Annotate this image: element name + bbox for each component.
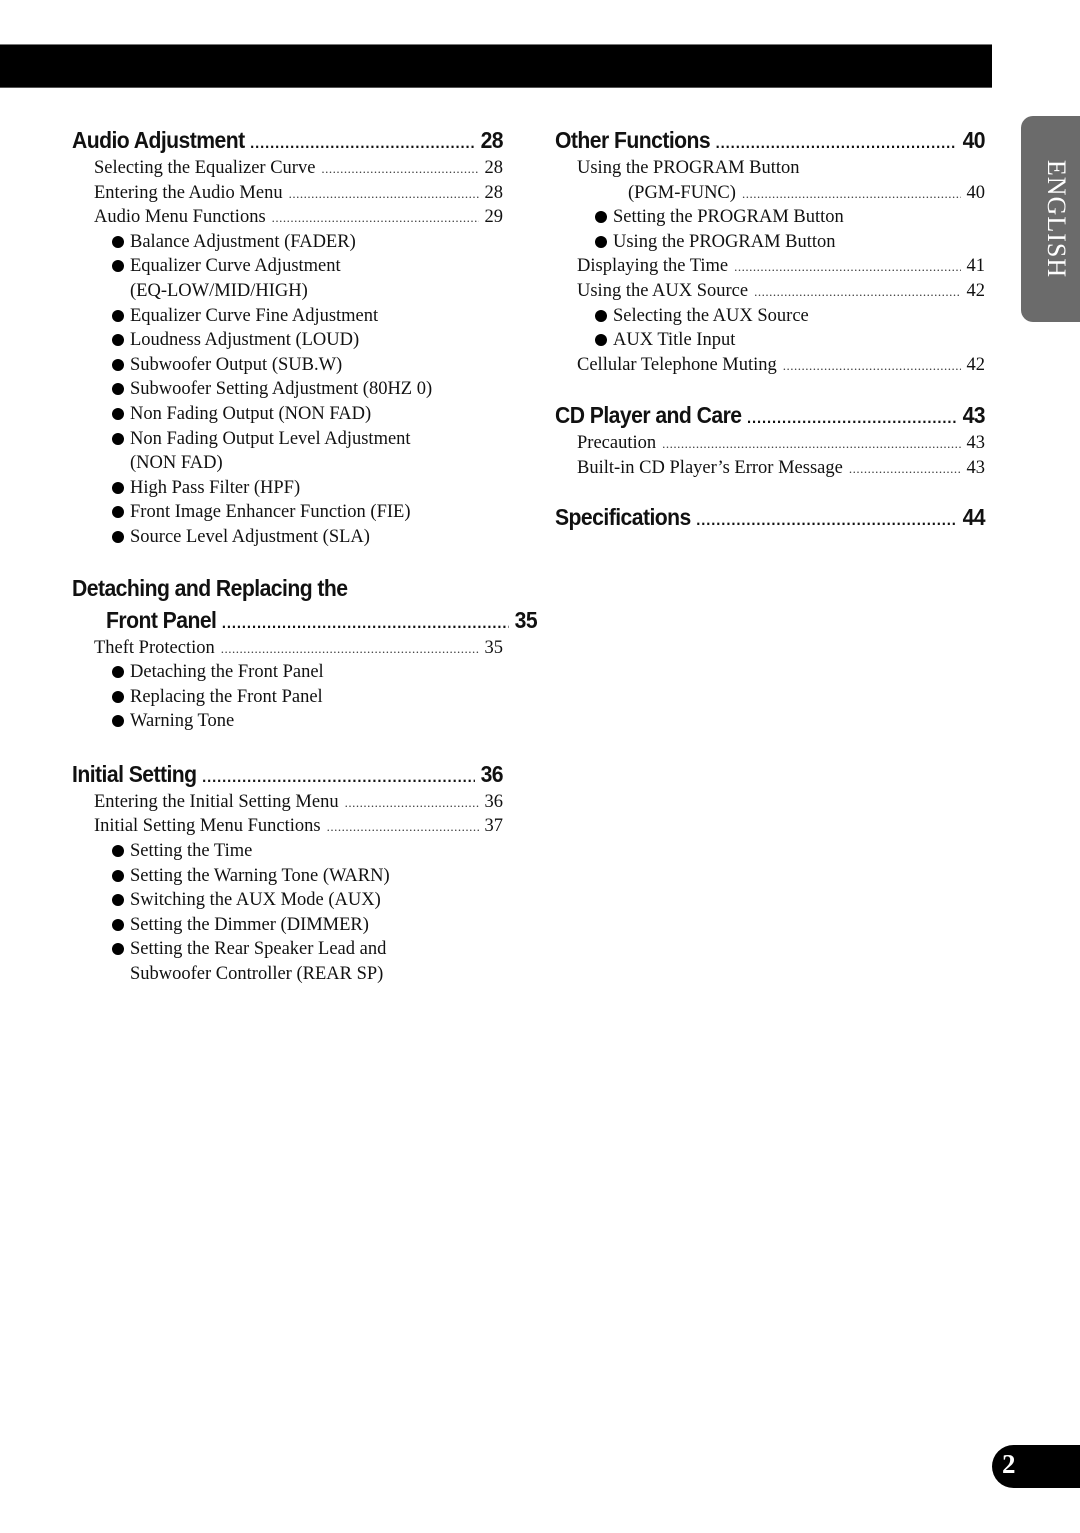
bullet-icon	[595, 211, 607, 224]
dot-leader	[222, 604, 509, 640]
section-heading[interactable]: Other Functions40	[555, 124, 986, 156]
bullet-item[interactable]: Subwoofer Setting Adjustment (80HZ 0)	[72, 377, 503, 402]
bullet-icon	[595, 235, 607, 248]
bullet-item[interactable]: High Pass Filter (HPF)	[72, 476, 503, 501]
toc-section-specifications: Specifications44	[555, 501, 986, 533]
dot-leader	[716, 124, 957, 160]
bullet-icon	[112, 432, 124, 445]
bullet-item[interactable]: Balance Adjustment (FADER)	[72, 230, 503, 255]
dot-leader	[696, 501, 957, 537]
bullet-icon	[112, 943, 124, 956]
toc-entry[interactable]: Built-in CD Player’s Error Message43	[555, 456, 985, 481]
section-heading[interactable]: Audio Adjustment28	[72, 124, 504, 156]
toc-section-other-functions: Other Functions40 Using the PROGRAM Butt…	[555, 124, 986, 378]
bullet-item[interactable]: Setting the PROGRAM Button	[555, 205, 985, 230]
bullet-item[interactable]: Warning Tone	[72, 709, 503, 734]
bullet-icon	[112, 918, 124, 931]
bullet-icon	[112, 407, 124, 420]
language-tab[interactable]: ENGLISH	[1021, 116, 1080, 322]
bullet-item[interactable]: Non Fading Output (NON FAD)	[72, 402, 503, 427]
toc-section-audio-adjustment: Audio Adjustment28 Selecting the Equaliz…	[72, 124, 504, 550]
language-tab-label: ENGLISH	[1042, 159, 1071, 279]
bullet-item[interactable]: Switching the AUX Mode (AUX)	[72, 888, 503, 913]
section-heading-line2[interactable]: Front Panel35	[72, 604, 538, 636]
bullet-icon	[112, 358, 124, 371]
bullet-item[interactable]: Selecting the AUX Source	[555, 304, 985, 329]
bullet-item-continuation[interactable]: Subwoofer Controller (REAR SP)	[72, 962, 503, 987]
dot-leader	[250, 124, 475, 160]
toc-entry[interactable]: Initial Setting Menu Functions37	[72, 814, 503, 839]
toc-right-column: Other Functions40 Using the PROGRAM Butt…	[555, 124, 986, 557]
bullet-icon	[112, 506, 124, 519]
bullet-item[interactable]: Subwoofer Output (SUB.W)	[72, 353, 503, 378]
bullet-item[interactable]: Setting the Warning Tone (WARN)	[72, 864, 503, 889]
bullet-icon	[112, 260, 124, 273]
bullet-icon	[595, 334, 607, 347]
toc-section-cd-player: CD Player and Care43 Precaution43 Built-…	[555, 399, 986, 481]
bullet-icon	[112, 481, 124, 494]
bullet-item[interactable]: Detaching the Front Panel	[72, 660, 503, 685]
toc-entry[interactable]: Audio Menu Functions29	[72, 205, 503, 230]
bullet-item[interactable]: Using the PROGRAM Button	[555, 230, 985, 255]
toc-entry-continuation[interactable]: (PGM-FUNC)40	[555, 181, 985, 206]
section-heading-line1[interactable]: Detaching and Replacing the	[72, 572, 503, 604]
toc-entry[interactable]: Entering the Audio Menu28	[72, 181, 503, 206]
bullet-item[interactable]: Setting the Dimmer (DIMMER)	[72, 913, 503, 938]
bullet-icon	[112, 845, 124, 858]
bullet-icon	[112, 309, 124, 322]
toc-section-front-panel: Detaching and Replacing the Front Panel3…	[72, 572, 538, 734]
bullet-icon	[112, 690, 124, 703]
toc-entry[interactable]: Cellular Telephone Muting42	[555, 353, 985, 378]
toc-entry[interactable]: Displaying the Time41	[555, 254, 985, 279]
bullet-icon	[112, 894, 124, 907]
bullet-item[interactable]: Replacing the Front Panel	[72, 685, 503, 710]
toc-left-column: Audio Adjustment28 Selecting the Equaliz…	[72, 124, 538, 1011]
bullet-item[interactable]: AUX Title Input	[555, 328, 985, 353]
bullet-icon	[112, 869, 124, 882]
page-ref: 36	[480, 760, 504, 787]
toc-section-initial-setting: Initial Setting36 Entering the Initial S…	[72, 758, 504, 987]
bullet-item[interactable]: Non Fading Output Level Adjustment	[72, 427, 503, 452]
bullet-item[interactable]: Equalizer Curve Adjustment	[72, 254, 503, 279]
page-number-badge: 2	[992, 1445, 1080, 1488]
bullet-item-continuation[interactable]: (EQ-LOW/MID/HIGH)	[72, 279, 503, 304]
dot-leader	[202, 758, 475, 794]
section-heading[interactable]: CD Player and Care43	[555, 399, 986, 431]
bullet-icon	[112, 715, 124, 728]
bullet-icon	[112, 530, 124, 543]
bullet-icon	[112, 235, 124, 248]
bullet-item[interactable]: Setting the Time	[72, 839, 503, 864]
header-bar	[0, 44, 992, 88]
dot-leader	[747, 399, 957, 435]
bullet-icon	[595, 309, 607, 322]
toc-entry[interactable]: Using the AUX Source42	[555, 279, 985, 304]
section-heading[interactable]: Specifications44	[555, 501, 986, 533]
page-ref: 28	[480, 127, 504, 153]
page-ref: 40	[962, 127, 986, 153]
bullet-item[interactable]: Front Image Enhancer Function (FIE)	[72, 500, 503, 525]
bullet-item[interactable]: Setting the Rear Speaker Lead and	[72, 937, 503, 962]
bullet-icon	[112, 334, 124, 347]
bullet-icon	[112, 666, 124, 679]
bullet-item-continuation[interactable]: (NON FAD)	[72, 451, 503, 476]
section-heading[interactable]: Initial Setting36	[72, 758, 504, 790]
page-ref: 43	[962, 402, 986, 429]
page-number: 2	[1002, 1449, 1016, 1479]
bullet-item[interactable]: Loudness Adjustment (LOUD)	[72, 328, 503, 353]
bullet-icon	[112, 383, 124, 396]
page-ref: 44	[962, 503, 986, 530]
bullet-item[interactable]: Source Level Adjustment (SLA)	[72, 525, 503, 550]
bullet-item[interactable]: Equalizer Curve Fine Adjustment	[72, 304, 503, 329]
page-ref: 35	[514, 606, 538, 633]
